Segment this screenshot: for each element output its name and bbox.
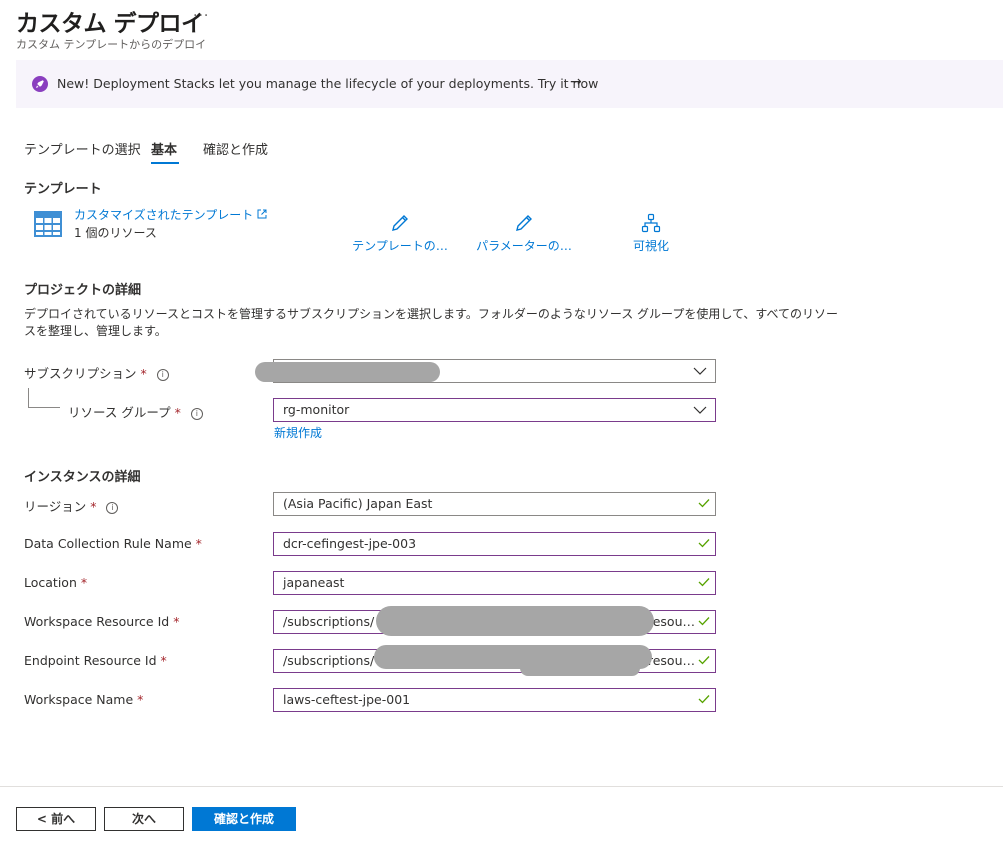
location-label: Location * [24, 575, 87, 590]
more-options-button[interactable]: ··· [193, 8, 209, 24]
next-button[interactable]: 次へ [104, 807, 184, 831]
endpoint-resource-id-trail: resou… [647, 653, 695, 668]
info-icon[interactable]: i [106, 501, 119, 514]
external-link-icon [257, 208, 267, 222]
check-icon [698, 615, 710, 631]
resource-count: 1 個のリソース [74, 226, 157, 240]
page-title: カスタム デプロイ [16, 11, 204, 37]
required-marker: * [195, 536, 202, 551]
workspace-name-input[interactable]: laws-ceftest-jpe-001 [273, 688, 716, 712]
check-icon [698, 537, 710, 553]
workspace-name-value: laws-ceftest-jpe-001 [283, 692, 411, 707]
resource-group-dropdown[interactable]: rg-monitor [273, 398, 716, 422]
banner-text: New! Deployment Stacks let you manage th… [57, 76, 599, 91]
endpoint-resource-id-label: Endpoint Resource Id * [24, 653, 167, 668]
resource-group-value: rg-monitor [283, 402, 350, 417]
required-marker: * [140, 366, 147, 381]
visualize-button[interactable]: 可視化 [596, 213, 706, 254]
project-description-line2: スを整理し、管理します。 [24, 324, 167, 338]
resource-group-label: リソース グループ * i [68, 402, 203, 421]
required-marker: * [174, 405, 181, 420]
project-details-heading: プロジェクトの詳細 [24, 283, 142, 298]
active-tab-indicator [151, 162, 179, 164]
edit-template-label: テンプレートの… [352, 239, 448, 253]
check-icon [698, 576, 710, 592]
workspace-resource-id-value: /subscriptions/ [283, 614, 375, 629]
subscription-label-text: サブスクリプション [24, 366, 137, 381]
chevron-down-icon [693, 403, 707, 421]
instance-details-heading: インスタンスの詳細 [24, 470, 141, 485]
location-value: japaneast [283, 575, 345, 590]
region-value: (Asia Pacific) Japan East [283, 496, 433, 511]
endpoint-resource-id-value: /subscriptions/ [283, 653, 375, 668]
check-icon [698, 497, 710, 513]
required-marker: * [80, 575, 88, 590]
region-label-text: リージョン [24, 499, 87, 514]
info-icon[interactable]: i [190, 407, 203, 420]
resource-group-label-text: リソース グループ [68, 405, 171, 420]
pencil-icon [469, 213, 579, 237]
pencil-icon [345, 213, 455, 237]
customized-template-link[interactable]: カスタマイズされたテンプレート [74, 206, 267, 223]
workspace-resource-id-label: Workspace Resource Id * [24, 614, 179, 629]
redacted-subscription [255, 362, 440, 382]
footer-divider [0, 786, 1003, 787]
workspace-resource-id-label-text: Workspace Resource Id [24, 614, 170, 629]
deployment-stacks-banner[interactable]: New! Deployment Stacks let you manage th… [16, 60, 1003, 108]
dcr-name-value: dcr-cefingest-jpe-003 [283, 536, 417, 551]
project-description-line1: デプロイされているリソースとコストを管理するサブスクリプションを選択します。フォ… [24, 307, 839, 321]
info-icon[interactable]: i [156, 368, 169, 381]
project-description: デプロイされているリソースとコストを管理するサブスクリプションを選択します。フォ… [24, 306, 839, 340]
required-marker: * [160, 653, 167, 668]
workspace-name-label-text: Workspace Name [24, 692, 134, 707]
region-label: リージョン * i [24, 496, 119, 515]
edit-parameters-button[interactable]: パラメーターの… [469, 213, 579, 254]
check-icon [698, 654, 710, 670]
edit-template-button[interactable]: テンプレートの… [345, 213, 455, 254]
endpoint-resource-id-label-text: Endpoint Resource Id [24, 653, 157, 668]
location-label-text: Location [24, 575, 77, 590]
template-grid-icon [34, 211, 62, 241]
create-new-resource-group-link[interactable]: 新規作成 [274, 424, 322, 441]
check-icon [698, 693, 710, 709]
arrow-right-icon[interactable]: → [570, 74, 582, 90]
workspace-resource-id-trail: resou… [647, 614, 695, 629]
edit-parameters-label: パラメーターの… [476, 239, 572, 253]
required-marker: * [90, 499, 97, 514]
template-name: カスタマイズされたテンプレート [74, 208, 254, 222]
workspace-name-label: Workspace Name * [24, 692, 143, 707]
redacted-workspace-id [376, 606, 654, 636]
chevron-down-icon [693, 364, 707, 382]
tree-connector-horizontal [28, 407, 60, 408]
dcr-name-label-text: Data Collection Rule Name [24, 536, 192, 551]
dcr-name-label: Data Collection Rule Name * [24, 536, 202, 551]
tab-select-template[interactable]: テンプレートの選択 [24, 139, 141, 158]
previous-button[interactable]: < 前へ [16, 807, 96, 831]
redacted-endpoint-id-tail [520, 660, 640, 676]
visualize-label: 可視化 [632, 239, 669, 253]
template-heading: テンプレート [24, 182, 102, 197]
required-marker: * [173, 614, 180, 629]
subscription-label: サブスクリプション * i [24, 363, 169, 382]
rocket-icon [32, 76, 48, 92]
page-subtitle: カスタム テンプレートからのデプロイ [16, 38, 207, 51]
hierarchy-icon [596, 213, 706, 237]
tab-basics[interactable]: 基本 [151, 139, 177, 158]
required-marker: * [137, 692, 144, 707]
tree-connector-vertical [28, 388, 29, 407]
location-input[interactable]: japaneast [273, 571, 716, 595]
review-create-button[interactable]: 確認と作成 [192, 807, 296, 831]
tab-review-create[interactable]: 確認と作成 [203, 139, 268, 158]
region-dropdown[interactable]: (Asia Pacific) Japan East [273, 492, 716, 516]
dcr-name-input[interactable]: dcr-cefingest-jpe-003 [273, 532, 716, 556]
